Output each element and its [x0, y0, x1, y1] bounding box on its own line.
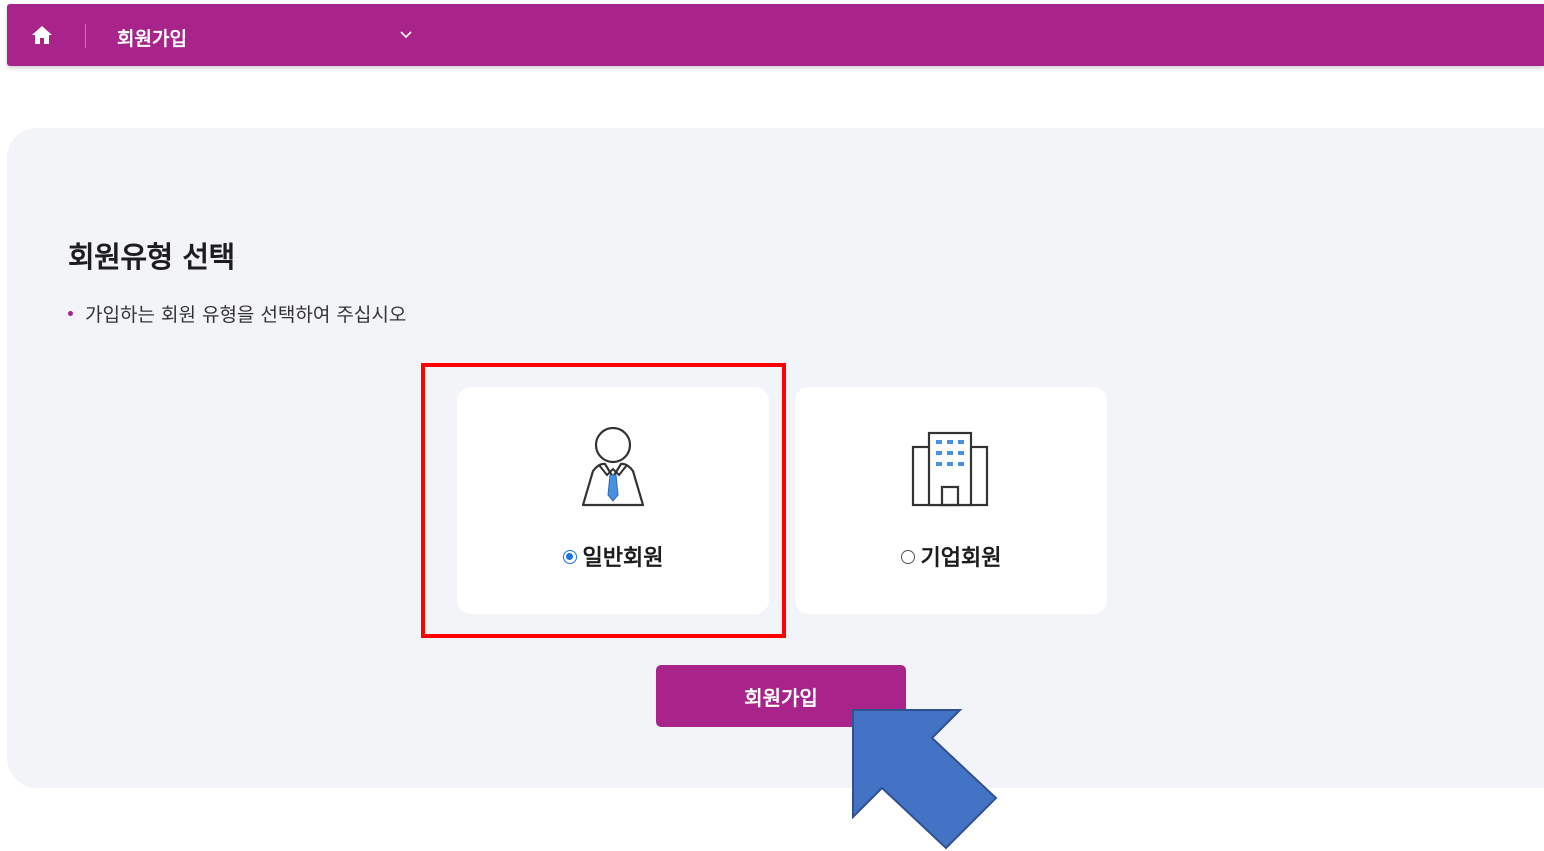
person-icon: [581, 426, 645, 507]
home-icon: [32, 26, 52, 44]
member-type-card-general[interactable]: 일반회원: [457, 387, 769, 614]
bullet-icon: [68, 310, 73, 316]
top-nav-bar: 회원가입: [7, 4, 1544, 66]
radio-button-checked[interactable]: [562, 550, 577, 564]
nav-divider: [85, 24, 86, 48]
member-type-card-corporate[interactable]: 기업회원: [795, 387, 1107, 614]
home-button[interactable]: [31, 25, 53, 45]
breadcrumb-dropdown[interactable]: 회원가입: [117, 18, 417, 52]
signup-button[interactable]: 회원가입: [656, 665, 906, 727]
radio-corporate[interactable]: 기업회원: [795, 540, 1107, 572]
breadcrumb-label: 회원가입: [117, 28, 187, 50]
page-title: 회원유형 선택: [68, 240, 235, 274]
general-member-label: 일반회원: [582, 546, 664, 571]
building-icon: [911, 431, 989, 507]
instruction-text: 가입하는 회원 유형을 선택하여 주십시오: [68, 300, 406, 327]
radio-button-unchecked[interactable]: [900, 550, 915, 564]
corporate-member-label: 기업회원: [920, 546, 1002, 571]
chevron-down-icon: [400, 31, 412, 39]
radio-general[interactable]: 일반회원: [457, 540, 769, 572]
instruction-label: 가입하는 회원 유형을 선택하여 주십시오: [85, 304, 407, 326]
